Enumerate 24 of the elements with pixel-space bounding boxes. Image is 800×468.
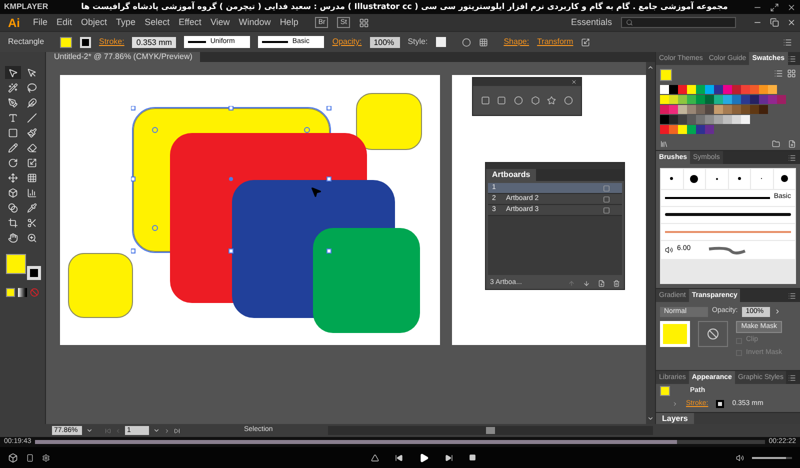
style-label: Style:: [408, 36, 428, 48]
stroke-link[interactable]: Stroke:: [99, 36, 124, 48]
panel-tab[interactable]: Layers: [656, 413, 694, 424]
menu-item[interactable]: Type: [116, 16, 136, 30]
menu-item[interactable]: Help: [280, 16, 298, 30]
menu-item[interactable]: Object: [81, 16, 108, 30]
workspace-switcher[interactable]: Essentials: [570, 16, 612, 30]
menu-item[interactable]: Select: [144, 16, 170, 30]
tool-name: Rectangle: [8, 36, 46, 48]
menu-item[interactable]: View: [210, 16, 230, 30]
app-logo: Ai: [7, 14, 21, 32]
menu-item[interactable]: Edit: [56, 16, 72, 30]
stroke-weight-field[interactable]: 0.353 mm: [132, 36, 176, 48]
menu-item[interactable]: Effect: [178, 16, 202, 30]
player-video-title: مجموعه آموزشی جامع . گام به گام و کاربردی نرم افزار ایلوستریتور سی سی ( Illustrator cc ) مدرس : سعید فدایی ( تیچرمن ) گروه آموزشی پادشاه گرافیست ها: [80, 1, 729, 13]
menu-item[interactable]: File: [33, 16, 48, 30]
panel-tab[interactable]: Artboards: [486, 169, 536, 181]
transform-link[interactable]: Transform: [537, 36, 574, 48]
menu-item[interactable]: Window: [238, 16, 271, 30]
document-tab[interactable]: Untitled-2* @ 77.86% (CMYK/Preview): [46, 52, 200, 62]
opacity-field[interactable]: 100%: [370, 36, 400, 48]
shape-link[interactable]: Shape:: [504, 36, 530, 48]
player-app-name: KMPLAYER: [4, 1, 50, 13]
opacity-link[interactable]: Opacity:: [332, 36, 362, 48]
